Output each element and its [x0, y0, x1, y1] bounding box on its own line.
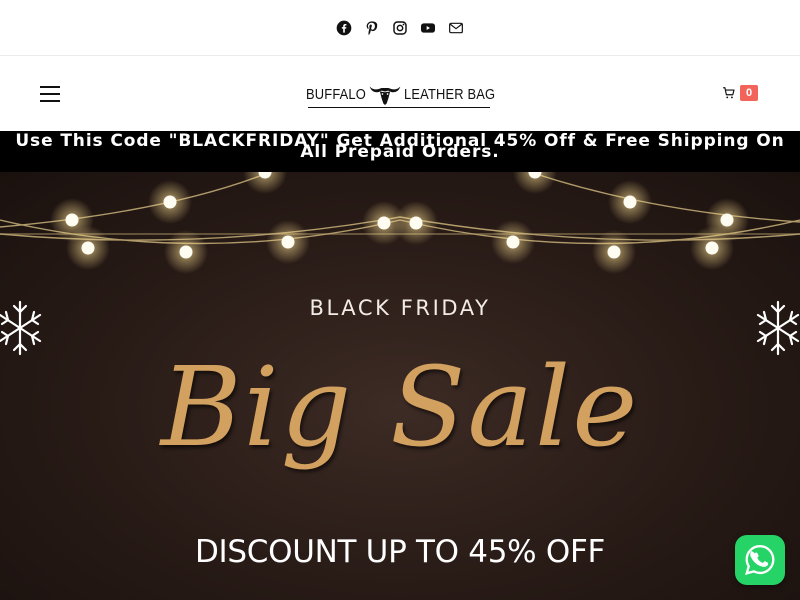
- cart-button[interactable]: 0: [722, 85, 758, 101]
- shopping-cart-icon: [723, 87, 735, 99]
- light-bulb: [377, 216, 391, 230]
- hero-title: Big Sale: [160, 343, 640, 471]
- instagram-icon[interactable]: [391, 19, 409, 37]
- light-bulb: [81, 241, 95, 255]
- logo-text-right: LEATHER BAG: [404, 85, 496, 103]
- promo-banner: Use This Code "BLACKFRIDAY" Get Addition…: [0, 131, 800, 172]
- hero-subtitle: DISCOUNT UP TO 45% OFF: [194, 534, 606, 570]
- hamburger-menu-icon[interactable]: [40, 86, 60, 102]
- light-bulb: [705, 241, 719, 255]
- light-bulb: [163, 195, 177, 209]
- light-bulb: [65, 213, 79, 227]
- light-bulb: [281, 235, 295, 249]
- cart-count-badge: 0: [740, 85, 758, 101]
- site-logo[interactable]: BUFFALO LEATHER BAG: [306, 80, 496, 108]
- light-bulb: [506, 235, 520, 249]
- site-header: BUFFALO LEATHER BAG 0: [0, 56, 800, 131]
- light-bulb: [607, 245, 621, 259]
- whatsapp-icon: [745, 545, 775, 575]
- light-bulb: [720, 213, 734, 227]
- whatsapp-chat-button[interactable]: [735, 535, 785, 585]
- logo-text-left: BUFFALO: [306, 85, 366, 103]
- buffalo-head-icon: [369, 86, 401, 106]
- social-bar: [0, 0, 800, 56]
- youtube-icon[interactable]: [419, 19, 437, 37]
- light-bulb: [623, 195, 637, 209]
- light-bulb: [409, 216, 423, 230]
- string-lights-decoration: [0, 172, 800, 274]
- mail-icon[interactable]: [447, 19, 465, 37]
- facebook-icon[interactable]: [335, 19, 353, 37]
- logo-underline: [308, 107, 490, 108]
- promo-text: Use This Code "BLACKFRIDAY" Get Addition…: [15, 131, 785, 162]
- hero-kicker: BLACK FRIDAY: [309, 296, 491, 320]
- hero-banner[interactable]: BLACK FRIDAY Big Sale DISCOUNT UP TO 45%…: [0, 172, 800, 600]
- light-bulb: [179, 245, 193, 259]
- pinterest-icon[interactable]: [363, 19, 381, 37]
